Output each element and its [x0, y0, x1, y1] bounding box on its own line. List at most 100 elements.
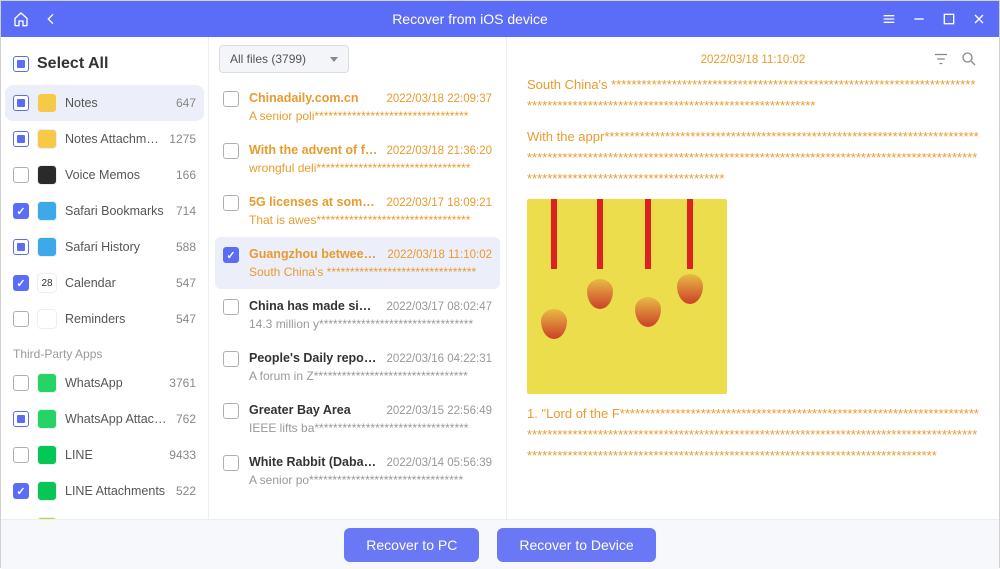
detail-paragraph: 1. "Lord of the F***********************… — [527, 404, 979, 466]
select-all-row[interactable]: Select All — [5, 45, 204, 85]
sidebar-checkbox[interactable] — [13, 375, 29, 391]
file-item[interactable]: China has made significan... 2022/03/17 … — [215, 289, 500, 341]
file-checkbox[interactable] — [223, 247, 239, 263]
sidebar-checkbox[interactable] — [13, 239, 29, 255]
file-item[interactable]: 5G licenses at some point... 2022/03/17 … — [215, 185, 500, 237]
third-party-header: Third-Party Apps — [5, 337, 204, 365]
sidebar-item-whatsapp-attachments[interactable]: WhatsApp Attachments 762 — [5, 401, 204, 437]
file-title: White Rabbit (Dabaitu) m... — [249, 455, 378, 469]
file-checkbox[interactable] — [223, 351, 239, 367]
file-checkbox[interactable] — [223, 403, 239, 419]
sidebar-item-label: Reminders — [65, 312, 168, 326]
sidebar-item-count: 547 — [176, 312, 196, 326]
app-icon — [37, 517, 57, 519]
sidebar-item-line[interactable]: LINE 9433 — [5, 437, 204, 473]
file-item[interactable]: People's Daily reported M... 2022/03/16 … — [215, 341, 500, 393]
home-icon[interactable] — [13, 11, 29, 27]
file-checkbox[interactable] — [223, 455, 239, 471]
sidebar-item-calendar[interactable]: 28 Calendar 547 — [5, 265, 204, 301]
file-title: People's Daily reported M... — [249, 351, 378, 365]
back-icon[interactable] — [43, 11, 59, 27]
file-item[interactable]: Greater Bay Area 2022/03/15 22:56:49 IEE… — [215, 393, 500, 445]
sidebar-item-label: Voice Memos — [65, 168, 168, 182]
sidebar-checkbox[interactable] — [13, 447, 29, 463]
file-preview: A senior po*****************************… — [249, 473, 492, 487]
sidebar-item-label: Safari History — [65, 240, 168, 254]
file-date: 2022/03/18 21:36:20 — [386, 145, 492, 157]
app-icon — [37, 201, 57, 221]
sidebar-item-kik[interactable]: Kik 8774 — [5, 509, 204, 519]
app-icon — [37, 93, 57, 113]
sidebar-checkbox[interactable] — [13, 131, 29, 147]
file-preview: South China's **************************… — [249, 265, 492, 279]
recover-to-device-button[interactable]: Recover to Device — [497, 528, 655, 562]
sidebar-item-whatsapp[interactable]: WhatsApp 3761 — [5, 365, 204, 401]
file-preview: IEEE lifts ba***************************… — [249, 421, 492, 435]
sidebar-item-safari-history[interactable]: Safari History 588 — [5, 229, 204, 265]
sidebar-checkbox[interactable] — [13, 95, 29, 111]
file-item[interactable]: Guangzhou between April ... 2022/03/18 1… — [215, 237, 500, 289]
sidebar-item-count: 588 — [176, 240, 196, 254]
window-title: Recover from iOS device — [59, 11, 881, 27]
app-icon — [37, 129, 57, 149]
filter-dropdown[interactable]: All files (3799) — [219, 45, 349, 73]
sidebar-item-reminders[interactable]: Reminders 547 — [5, 301, 204, 337]
sidebar-checkbox[interactable] — [13, 275, 29, 291]
sidebar-item-count: 1275 — [169, 132, 196, 146]
titlebar: Recover from iOS device — [1, 1, 999, 37]
sidebar: Select All Notes 647 Notes Attachments 1… — [1, 37, 209, 519]
detail-date: 2022/03/18 11:10:02 — [527, 51, 979, 69]
sidebar-checkbox[interactable] — [13, 411, 29, 427]
sidebar-checkbox[interactable] — [13, 167, 29, 183]
sidebar-item-count: 522 — [176, 484, 196, 498]
app-icon — [37, 481, 57, 501]
sidebar-item-count: 647 — [176, 96, 196, 110]
app-icon — [37, 373, 57, 393]
file-preview: That is awes****************************… — [249, 213, 492, 227]
file-item[interactable]: Chinadaily.com.cn 2022/03/18 22:09:37 A … — [215, 81, 500, 133]
detail-paragraph: South China's **************************… — [527, 75, 979, 117]
sidebar-item-label: WhatsApp — [65, 376, 161, 390]
file-date: 2022/03/15 22:56:49 — [386, 405, 492, 417]
file-date: 2022/03/17 08:02:47 — [386, 301, 492, 313]
sidebar-item-voice-memos[interactable]: Voice Memos 166 — [5, 157, 204, 193]
recover-to-pc-button[interactable]: Recover to PC — [344, 528, 479, 562]
file-checkbox[interactable] — [223, 91, 239, 107]
file-item[interactable]: White Rabbit (Dabaitu) m... 2022/03/14 0… — [215, 445, 500, 497]
sidebar-item-line-attachments[interactable]: LINE Attachments 522 — [5, 473, 204, 509]
sidebar-checkbox[interactable] — [13, 483, 29, 499]
sidebar-item-label: Notes — [65, 96, 168, 110]
file-title: China has made significan... — [249, 299, 378, 313]
sidebar-checkbox[interactable] — [13, 311, 29, 327]
file-preview: A forum in Z****************************… — [249, 369, 492, 383]
file-list: Chinadaily.com.cn 2022/03/18 22:09:37 A … — [209, 81, 506, 519]
sidebar-item-label: LINE Attachments — [65, 484, 168, 498]
file-title: 5G licenses at some point... — [249, 195, 378, 209]
app-icon — [37, 445, 57, 465]
file-date: 2022/03/14 05:56:39 — [386, 457, 492, 469]
select-all-checkbox[interactable] — [13, 56, 29, 72]
sidebar-item-safari-bookmarks[interactable]: Safari Bookmarks 714 — [5, 193, 204, 229]
sidebar-item-count: 547 — [176, 276, 196, 290]
file-title: With the advent of full-so... — [249, 143, 378, 157]
file-checkbox[interactable] — [223, 143, 239, 159]
sidebar-checkbox[interactable] — [13, 203, 29, 219]
sidebar-item-label: LINE — [65, 448, 161, 462]
app-icon — [37, 309, 57, 329]
minimize-icon[interactable] — [911, 11, 927, 27]
file-checkbox[interactable] — [223, 195, 239, 211]
sidebar-item-notes-attachments[interactable]: Notes Attachments 1275 — [5, 121, 204, 157]
menu-icon[interactable] — [881, 11, 897, 27]
sidebar-item-notes[interactable]: Notes 647 — [5, 85, 204, 121]
app-icon — [37, 237, 57, 257]
file-checkbox[interactable] — [223, 299, 239, 315]
file-date: 2022/03/18 11:10:02 — [387, 249, 492, 261]
maximize-icon[interactable] — [941, 11, 957, 27]
sidebar-item-label: Calendar — [65, 276, 168, 290]
sidebar-item-count: 3761 — [169, 376, 196, 390]
file-item[interactable]: With the advent of full-so... 2022/03/18… — [215, 133, 500, 185]
sidebar-item-count: 9433 — [169, 448, 196, 462]
file-date: 2022/03/16 04:22:31 — [386, 353, 492, 365]
close-icon[interactable] — [971, 11, 987, 27]
filter-label: All files (3799) — [230, 52, 306, 66]
